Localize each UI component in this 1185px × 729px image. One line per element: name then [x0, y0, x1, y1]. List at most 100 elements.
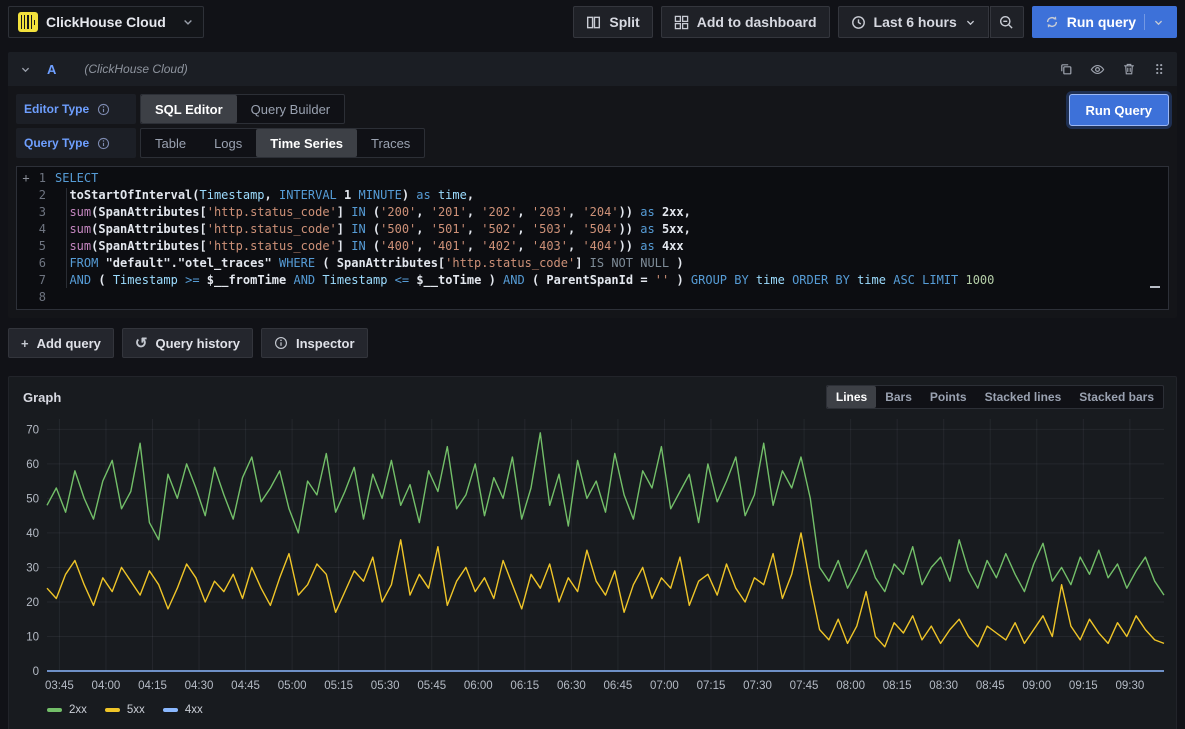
line-number: 1 [35, 170, 55, 187]
inspector-button[interactable]: Inspector [261, 328, 368, 358]
x-axis-tick-label: 08:15 [883, 680, 912, 692]
query-row-actions [1059, 62, 1165, 77]
y-axis-tick-label: 20 [26, 597, 39, 609]
x-axis-tick-label: 04:45 [231, 680, 260, 692]
editor-type-label: Editor Type [16, 94, 136, 124]
split-icon [586, 15, 601, 30]
code-text [55, 289, 1168, 306]
x-axis-tick-label: 05:00 [278, 680, 307, 692]
code-text: SELECT [55, 170, 1168, 187]
add-to-dashboard-label: Add to dashboard [697, 14, 817, 30]
split-button[interactable]: Split [573, 6, 652, 38]
delete-query-trash-icon[interactable] [1122, 62, 1136, 76]
query-editor-card: A (ClickHouse Cloud) Editor Type [8, 52, 1177, 318]
code-line: 7 AND ( Timestamp >= $__fromTime AND Tim… [17, 272, 1168, 289]
run-query-button[interactable]: Run query [1032, 6, 1177, 38]
y-axis-tick-label: 0 [33, 666, 39, 678]
glyph-margin [17, 238, 35, 255]
editor-type-group: SQL EditorQuery Builder [140, 94, 345, 124]
chevron-down-icon [965, 17, 976, 28]
y-axis-tick-label: 60 [26, 459, 39, 471]
x-axis-tick-label: 09:30 [1115, 680, 1144, 692]
option-traces[interactable]: Traces [357, 129, 424, 157]
legend-item-4xx[interactable]: 4xx [163, 704, 203, 716]
query-type-label: Query Type [16, 128, 136, 158]
code-text: sum(SpanAttributes['http.status_code'] I… [55, 221, 1168, 238]
time-range-label: Last 6 hours [874, 14, 957, 30]
option-stacked-lines[interactable]: Stacked lines [976, 386, 1071, 408]
legend-item-2xx[interactable]: 2xx [47, 704, 87, 716]
query-datasource-hint: (ClickHouse Cloud) [84, 62, 187, 76]
plus-icon: + [21, 336, 29, 351]
line-number: 5 [35, 238, 55, 255]
collapse-chevron-icon[interactable] [20, 64, 31, 75]
option-bars[interactable]: Bars [876, 386, 921, 408]
add-to-dashboard-button[interactable]: Add to dashboard [661, 6, 830, 38]
code-line: 2 toStartOfInterval(Timestamp, INTERVAL … [17, 187, 1168, 204]
line-number: 8 [35, 289, 55, 306]
y-axis-tick-label: 40 [26, 528, 39, 540]
duplicate-query-icon[interactable] [1059, 62, 1073, 76]
split-label: Split [609, 14, 639, 30]
option-sql-editor[interactable]: SQL Editor [141, 95, 237, 123]
option-table[interactable]: Table [141, 129, 200, 157]
x-axis-tick-label: 08:45 [976, 680, 1005, 692]
code-text: AND ( Timestamp >= $__fromTime AND Times… [55, 272, 1168, 289]
info-icon[interactable] [97, 103, 110, 116]
option-points[interactable]: Points [921, 386, 976, 408]
query-ref-letter[interactable]: A [47, 62, 56, 77]
x-axis-tick-label: 04:00 [92, 680, 121, 692]
series-2xx[interactable] [47, 433, 1164, 595]
code-text: sum(SpanAttributes['http.status_code'] I… [55, 204, 1168, 221]
legend-item-5xx[interactable]: 5xx [105, 704, 145, 716]
glyph-margin [17, 204, 35, 221]
explore-actions: + Add query ↺ Query history Inspector [8, 328, 1177, 358]
add-query-label: Add query [37, 336, 101, 351]
drag-handle-icon[interactable] [1153, 62, 1165, 76]
series-5xx[interactable] [47, 533, 1164, 647]
run-query-inline-button[interactable]: Run Query [1069, 94, 1169, 126]
graph-style-group: LinesBarsPointsStacked linesStacked bars [826, 385, 1164, 409]
info-icon[interactable] [97, 137, 110, 150]
x-axis-tick-label: 06:30 [557, 680, 586, 692]
top-bar: ClickHouse Cloud Split Add to dashboard … [0, 0, 1185, 44]
option-logs[interactable]: Logs [200, 129, 256, 157]
datasource-picker[interactable]: ClickHouse Cloud [8, 6, 204, 38]
option-lines[interactable]: Lines [827, 386, 876, 408]
y-axis-tick-label: 50 [26, 493, 39, 505]
query-history-button[interactable]: ↺ Query history [122, 328, 253, 358]
glyph-margin [17, 255, 35, 272]
query-type-row: Query Type TableLogsTime SeriesTraces [16, 128, 1169, 158]
code-line: 6 FROM "default"."otel_traces" WHERE ( S… [17, 255, 1168, 272]
option-stacked-bars[interactable]: Stacked bars [1070, 386, 1163, 408]
legend-swatch [163, 708, 178, 712]
legend-swatch [47, 708, 62, 712]
y-axis-tick-label: 70 [26, 424, 39, 436]
button-divider [1144, 14, 1145, 30]
code-text: FROM "default"."otel_traces" WHERE ( Spa… [55, 255, 1168, 272]
chevron-down-icon[interactable] [1153, 17, 1164, 28]
hide-response-eye-icon[interactable] [1090, 62, 1105, 77]
legend-label: 5xx [127, 704, 145, 716]
line-number: 6 [35, 255, 55, 272]
time-series-chart[interactable]: 01020304050607003:4504:0004:1504:3004:45… [17, 411, 1170, 703]
zoom-out-icon [999, 15, 1014, 30]
option-time-series[interactable]: Time Series [256, 129, 357, 157]
code-line: 4 sum(SpanAttributes['http.status_code']… [17, 221, 1168, 238]
datasource-name: ClickHouse Cloud [46, 14, 166, 30]
x-axis-tick-label: 06:00 [464, 680, 493, 692]
legend-label: 4xx [185, 704, 203, 716]
sync-icon [1045, 15, 1059, 29]
x-axis-tick-label: 07:30 [743, 680, 772, 692]
zoom-out-time-button[interactable] [990, 6, 1024, 38]
code-line: 3 sum(SpanAttributes['http.status_code']… [17, 204, 1168, 221]
option-query-builder[interactable]: Query Builder [237, 95, 344, 123]
add-query-button[interactable]: + Add query [8, 328, 114, 358]
time-range-button[interactable]: Last 6 hours [838, 6, 989, 38]
clock-icon [851, 15, 866, 30]
x-axis-tick-label: 04:15 [138, 680, 167, 692]
text-cursor [1150, 286, 1160, 288]
expand-plus-icon[interactable]: + [17, 170, 35, 187]
sql-editor[interactable]: +1SELECT2 toStartOfInterval(Timestamp, I… [16, 166, 1169, 310]
query-editor-body: Editor Type SQL EditorQuery Builder Run … [8, 86, 1177, 318]
